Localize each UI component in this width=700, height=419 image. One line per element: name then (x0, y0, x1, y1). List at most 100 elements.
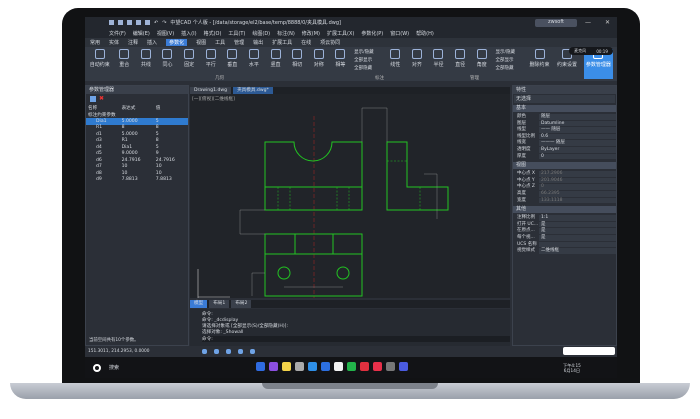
dim-show-hide[interactable]: 显示/隐藏 (496, 49, 523, 55)
save-icon[interactable] (127, 20, 132, 25)
tab-online[interactable]: 在线 (301, 39, 311, 46)
undo-icon[interactable]: ↶ (154, 20, 158, 26)
property-value[interactable]: ——— 随层 (539, 140, 616, 146)
property-value[interactable]: 1:1 (539, 215, 616, 221)
search-button[interactable]: 搜索 (109, 364, 119, 371)
fix-button[interactable]: 固定 (181, 49, 197, 79)
start-icon[interactable] (93, 363, 101, 372)
menu-help[interactable]: 帮助(H) (416, 30, 434, 37)
menu-draw[interactable]: 绘图(D) (252, 30, 270, 37)
osnap-toggle[interactable] (249, 349, 255, 354)
store-icon[interactable] (373, 362, 383, 371)
property-value[interactable]: 是 (539, 221, 616, 228)
auto-constrain-button[interactable]: 自动约束 (89, 49, 110, 79)
snap-toggle[interactable] (213, 349, 219, 354)
diameter-button[interactable]: 直径 (452, 49, 468, 79)
print-icon[interactable] (145, 20, 150, 25)
param-row[interactable]: d6 24.7916 24.7916 (86, 157, 188, 164)
property-value[interactable]: 0.6 (539, 133, 616, 140)
doc-tab-drawing1[interactable]: Drawing1.dwg (190, 87, 232, 94)
minimize-button[interactable]: — (585, 19, 591, 26)
mail-icon[interactable] (321, 362, 331, 371)
equal-button[interactable]: 相等 (333, 49, 349, 79)
recording-indicator[interactable]: 麦克风 00:19 (569, 47, 613, 55)
menu-insert[interactable]: 插入(I) (181, 30, 196, 37)
vertical-button[interactable]: 竖直 (268, 49, 284, 79)
ortho-toggle[interactable] (225, 349, 231, 354)
property-value[interactable]: 0 (539, 184, 616, 190)
new-param-icon[interactable] (90, 96, 96, 102)
browser-icon[interactable] (308, 362, 318, 371)
menu-view[interactable]: 视图(V) (157, 30, 174, 37)
menu-edit[interactable]: 编辑(E) (133, 30, 150, 37)
geo-show-hide[interactable]: 显示/隐藏 (354, 49, 381, 55)
geo-show-all[interactable]: 全部显示 (354, 57, 381, 63)
tab-annotate[interactable]: 注释 (128, 39, 138, 46)
param-row[interactable]: d9 7.8813 7.8813 (86, 177, 188, 184)
dim-show-all[interactable]: 全部显示 (496, 57, 523, 63)
menu-parametric[interactable]: 参数化(P) (361, 30, 383, 37)
property-value[interactable]: 是 (539, 234, 616, 241)
clock[interactable]: 下午4:15 6月14日 (563, 363, 581, 373)
property-value[interactable] (539, 241, 616, 248)
viewport-label[interactable]: [一][俯视][二维线框] (192, 96, 235, 102)
open-icon[interactable] (118, 20, 123, 25)
tab-manage[interactable]: 管理 (234, 39, 244, 46)
linear-button[interactable]: 线性 (387, 49, 403, 79)
tangent-button[interactable]: 相切 (289, 49, 305, 79)
section-view[interactable]: 视图 (513, 162, 616, 170)
collinear-button[interactable]: 共线 (138, 49, 154, 79)
menu-format[interactable]: 格式(O) (204, 30, 222, 37)
property-value[interactable]: 133.1118 (539, 197, 616, 204)
section-basic[interactable]: 基本 (513, 105, 616, 112)
tab-insert[interactable]: 插入 (147, 39, 157, 46)
polar-toggle[interactable] (237, 349, 243, 354)
menu-dimension[interactable]: 标注(N) (277, 30, 295, 37)
tab-layout1[interactable]: 布局1 (209, 300, 230, 308)
tab-view[interactable]: 视图 (196, 39, 206, 46)
tab-home[interactable]: 常用 (90, 39, 100, 46)
param-expression[interactable]: 7.8813 (120, 177, 154, 184)
launcher-icon[interactable] (256, 362, 266, 371)
redo-icon[interactable]: ↷ (162, 20, 166, 26)
saveas-icon[interactable] (136, 20, 141, 25)
tab-model[interactable]: 模型 (190, 300, 208, 308)
command-input[interactable]: 命令: (202, 336, 510, 342)
section-misc[interactable]: 其他 (513, 206, 616, 214)
radius-button[interactable]: 半径 (431, 49, 447, 79)
menu-tools[interactable]: 工具(T) (228, 30, 245, 37)
settings-icon[interactable] (386, 362, 396, 371)
new-icon[interactable] (109, 20, 114, 25)
tab-tools[interactable]: 工具 (215, 39, 225, 46)
files-icon[interactable] (269, 362, 279, 371)
close-button[interactable]: ✕ (605, 19, 610, 26)
trash-icon[interactable] (295, 362, 305, 371)
property-value[interactable]: 66.2395 (539, 190, 616, 197)
menu-window[interactable]: 窗口(W) (390, 30, 409, 37)
menu-ext-tools[interactable]: 扩展工具(X) (327, 30, 354, 37)
property-value[interactable]: 0 (539, 153, 616, 160)
drawing-canvas[interactable]: [一][俯视][二维线框] (190, 94, 510, 298)
books-icon[interactable] (360, 362, 370, 371)
tab-solid[interactable]: 实体 (109, 39, 119, 46)
horizontal-button[interactable]: 水平 (246, 49, 262, 79)
geo-hide-all[interactable]: 全部隐藏 (354, 65, 381, 71)
menu-modify[interactable]: 修改(M) (302, 30, 320, 37)
dim-hide-all[interactable]: 全部隐藏 (496, 65, 523, 71)
aligned-button[interactable]: 对齐 (409, 49, 425, 79)
menu-file[interactable]: 文件(F) (109, 30, 126, 37)
tab-ext-tools[interactable]: 扩展工具 (272, 39, 292, 46)
tab-output[interactable]: 输出 (253, 39, 263, 46)
delete-constraint-button[interactable]: 删除约束 (529, 49, 550, 79)
symmetric-button[interactable]: 对称 (311, 49, 327, 79)
property-value[interactable]: 二维线框 (539, 248, 616, 254)
property-value[interactable]: 是 (539, 228, 616, 234)
concentric-button[interactable]: 同心 (160, 49, 176, 79)
photos-icon[interactable] (334, 362, 344, 371)
property-value[interactable]: ByLayer (539, 146, 616, 153)
coincident-button[interactable]: 重合 (116, 49, 132, 79)
tab-layout2[interactable]: 布局2 (231, 300, 252, 308)
input-method-bar[interactable] (563, 347, 615, 355)
delete-param-icon[interactable]: ✖ (99, 96, 105, 102)
property-value[interactable]: —— 随层 (539, 127, 616, 133)
